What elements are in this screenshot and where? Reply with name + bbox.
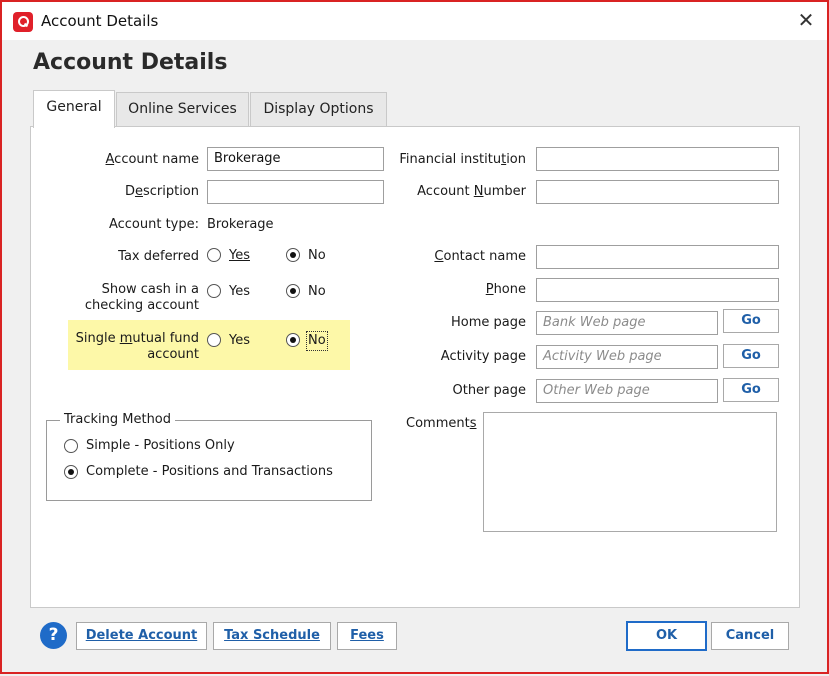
tax-deferred-yes-radio[interactable] (207, 248, 221, 262)
home-page-label: Home page (451, 315, 526, 330)
account-name-field[interactable]: Brokerage (207, 147, 384, 171)
show-cash-no-label[interactable]: No (308, 284, 326, 299)
single-mutual-fund-no-radio[interactable] (286, 333, 300, 347)
account-name-label: Account name (105, 152, 200, 167)
other-page-field[interactable]: Other Web page (536, 379, 718, 403)
single-mutual-fund-yes-radio[interactable] (207, 333, 221, 347)
comments-textarea[interactable] (483, 412, 777, 532)
activity-page-label: Activity page (440, 349, 526, 364)
description-field[interactable] (207, 180, 384, 204)
tracking-simple-radio[interactable] (64, 439, 78, 453)
single-mutual-fund-yes-label[interactable]: Yes (229, 333, 250, 348)
home-page-go-button[interactable]: Go (723, 309, 779, 333)
tracking-method-group (46, 420, 372, 501)
phone-field[interactable] (536, 278, 779, 302)
activity-page-field[interactable]: Activity Web page (536, 345, 718, 369)
comments-label: Comments (406, 416, 477, 431)
financial-institution-field[interactable] (536, 147, 779, 171)
show-cash-yes-label[interactable]: Yes (229, 284, 250, 299)
description-label: Description (124, 184, 199, 199)
tax-deferred-no-label[interactable]: No (308, 248, 326, 263)
tax-deferred-yes-label[interactable]: Yes (229, 248, 250, 263)
tax-deferred-label: Tax deferred (118, 249, 199, 264)
account-number-label: Account Number (417, 184, 526, 199)
contact-name-label: Contact name (434, 249, 526, 264)
account-number-field[interactable] (536, 180, 779, 204)
show-cash-yes-radio[interactable] (207, 284, 221, 298)
show-cash-no-radio[interactable] (286, 284, 300, 298)
tracking-simple-label[interactable]: Simple - Positions Only (86, 438, 235, 453)
tracking-complete-label[interactable]: Complete - Positions and Transactions (86, 464, 333, 479)
other-page-go-button[interactable]: Go (723, 378, 779, 402)
tracking-method-title: Tracking Method (60, 412, 176, 427)
contact-name-field[interactable] (536, 245, 779, 269)
other-page-label: Other page (452, 383, 526, 398)
tax-deferred-no-radio[interactable] (286, 248, 300, 262)
account-type-label: Account type: (108, 217, 199, 232)
tracking-complete-radio[interactable] (64, 465, 78, 479)
activity-page-go-button[interactable]: Go (723, 344, 779, 368)
financial-institution-label: Financial institution (399, 152, 526, 167)
home-page-field[interactable]: Bank Web page (536, 311, 718, 335)
dialog-window: Account Details ✕ Account Details Genera… (0, 0, 829, 674)
single-mutual-fund-no-label[interactable]: No (308, 333, 326, 348)
account-type-value: Brokerage (207, 217, 274, 232)
show-cash-label: Show cash in a checking account (84, 282, 199, 313)
single-mutual-fund-label: Single mutual fund account (75, 331, 199, 362)
phone-label: Phone (485, 282, 526, 297)
